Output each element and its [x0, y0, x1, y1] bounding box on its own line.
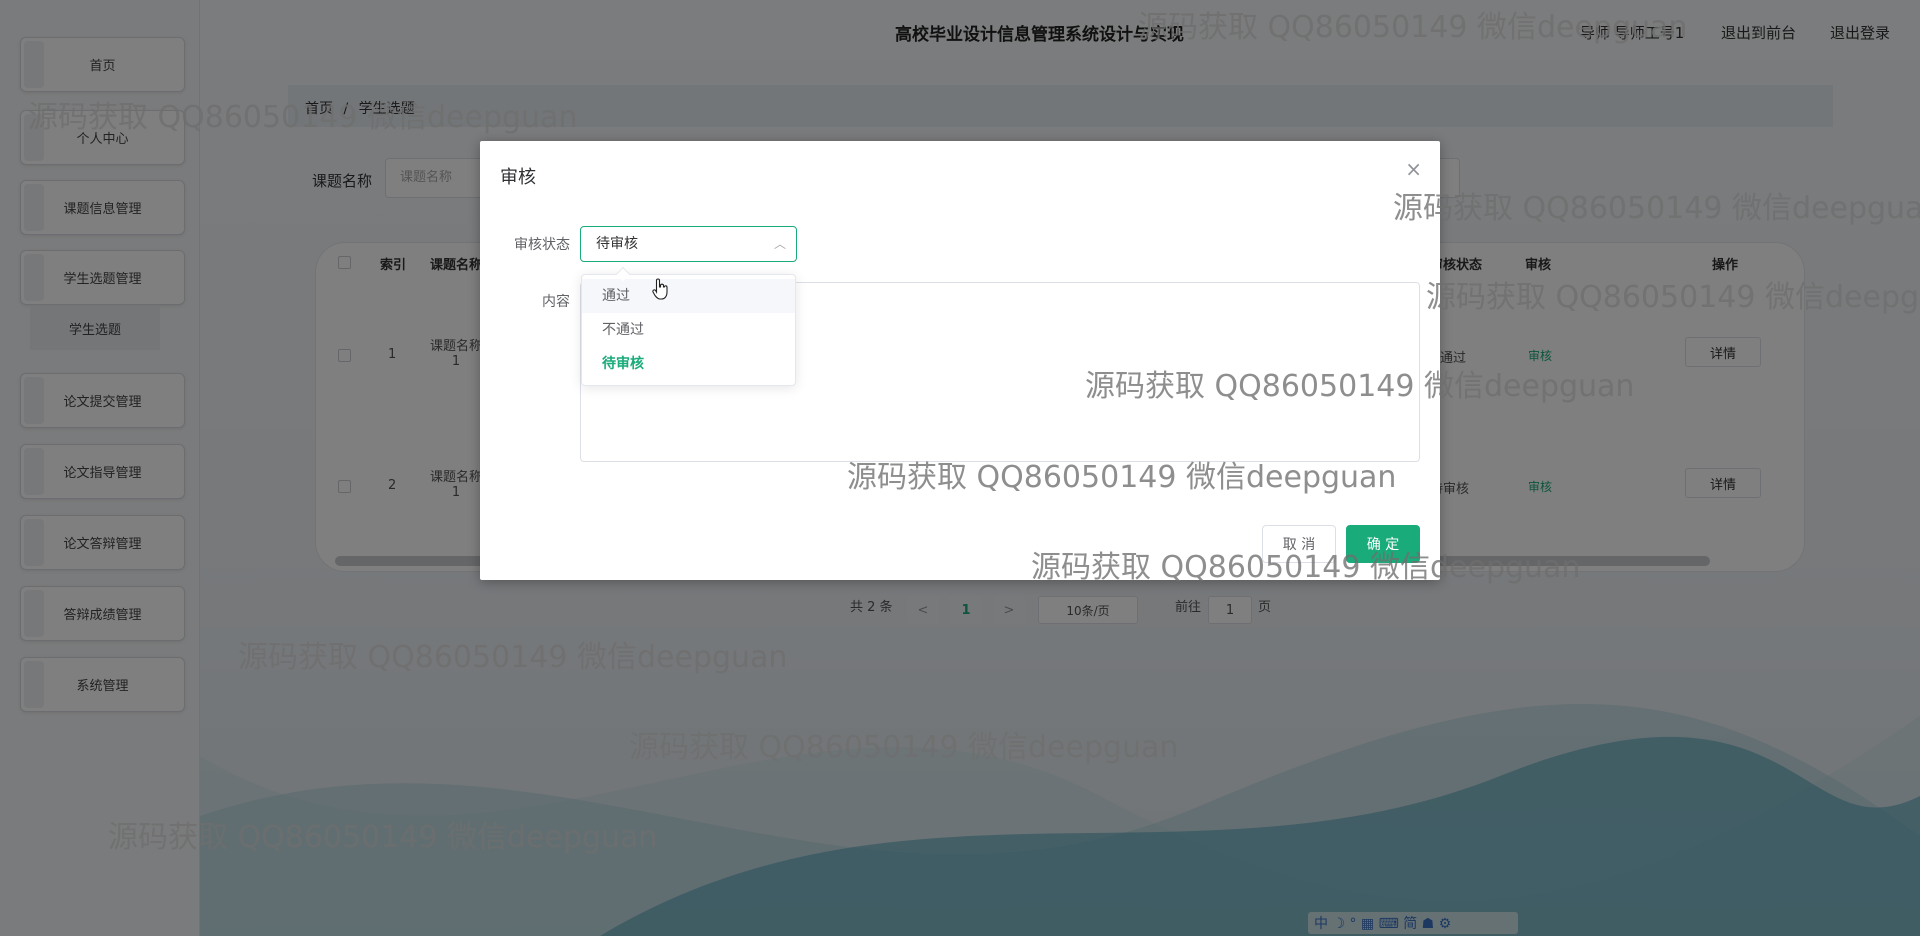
chevron-up-icon: ︿: [773, 237, 786, 251]
option-pass[interactable]: 通过: [582, 279, 795, 313]
content-label: 内容: [542, 294, 570, 310]
option-pending[interactable]: 待审核: [582, 347, 795, 381]
status-label: 审核状态: [514, 237, 570, 253]
option-fail[interactable]: 不通过: [582, 313, 795, 347]
hand-cursor-icon: [652, 278, 668, 300]
status-dropdown: 通过 不通过 待审核: [581, 266, 796, 386]
cancel-button[interactable]: 取 消: [1262, 525, 1336, 563]
dialog-title: 审核: [500, 167, 536, 188]
confirm-button[interactable]: 确 定: [1346, 525, 1420, 563]
status-select[interactable]: 待审核 ︿: [580, 226, 797, 262]
close-icon[interactable]: ×: [1405, 157, 1422, 181]
status-select-value: 待审核: [596, 236, 638, 252]
